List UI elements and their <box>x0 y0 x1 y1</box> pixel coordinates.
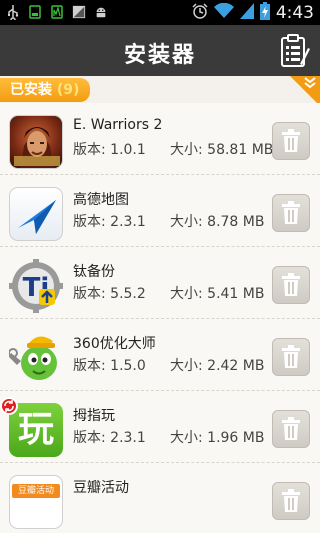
app-name: 高德地图 <box>73 192 129 208</box>
system-icons: 4:43 <box>192 2 314 24</box>
clock: 4:43 <box>275 3 314 23</box>
list-item[interactable]: 高德地图 版本: 2.3.1 大小: 8.78 MB <box>0 175 320 247</box>
list-item[interactable]: 豆瓣活动 豆瓣活动 <box>0 463 320 533</box>
icon-glyph: 玩 <box>17 409 54 450</box>
cell-signal-icon <box>239 3 254 23</box>
usb-icon <box>6 4 20 20</box>
installed-app-list[interactable]: E. Warriors 2 版本: 1.0.1 大小: 58.81 MB 高德地… <box>0 103 320 533</box>
trash-icon <box>282 417 300 440</box>
title-bar: 安装器 <box>0 25 320 76</box>
battery-app-icon <box>28 4 42 20</box>
trash-icon <box>282 129 300 152</box>
uninstall-button[interactable] <box>272 338 310 376</box>
titanium-backup-app-icon: Ti <box>9 259 63 313</box>
app-version: 版本: 2.3.1 <box>73 430 146 446</box>
muzhiwan-app-icon: 玩 <box>9 403 63 457</box>
alarm-icon <box>192 3 208 23</box>
warriors-app-icon <box>9 115 63 169</box>
uninstall-button[interactable] <box>272 122 310 160</box>
battery-charging-icon <box>259 2 270 24</box>
app-name: 360优化大师 <box>73 336 156 352</box>
app-version: 版本: 1.0.1 <box>73 142 146 158</box>
installed-label: 已安装 <box>10 82 52 98</box>
page-title: 安装器 <box>123 43 196 68</box>
app-size: 大小: 2.42 MB <box>170 358 265 374</box>
amap-app-icon <box>9 187 63 241</box>
uninstall-button[interactable] <box>272 266 310 304</box>
app-name: 拇指玩 <box>73 408 115 424</box>
app-name: E. Warriors 2 <box>73 117 163 133</box>
douban-events-app-icon: 豆瓣活动 <box>9 475 63 529</box>
signal-app-icon <box>50 4 64 20</box>
app-size: 大小: 8.78 MB <box>170 214 265 230</box>
list-item[interactable]: E. Warriors 2 版本: 1.0.1 大小: 58.81 MB <box>0 103 320 175</box>
list-item[interactable]: 玩 拇指玩 版本: 2.3.1 大小: 1.96 MB <box>0 391 320 463</box>
section-header: 已安装 (9) <box>0 76 320 106</box>
image-icon <box>72 4 86 20</box>
app-size: 大小: 5.41 MB <box>170 286 265 302</box>
sync-badge-icon <box>0 397 18 415</box>
wifi-icon <box>213 2 234 23</box>
app-version: 版本: 1.5.0 <box>73 358 146 374</box>
app-version: 版本: 2.3.1 <box>73 214 146 230</box>
clipboard-list-icon <box>281 34 310 67</box>
uninstall-button[interactable] <box>272 482 310 520</box>
app-name: 豆瓣活动 <box>73 480 129 496</box>
app-size: 大小: 58.81 MB <box>170 142 274 158</box>
app-name: 钛备份 <box>73 264 115 280</box>
360-optimizer-app-icon <box>9 331 63 385</box>
task-list-button[interactable] <box>280 34 310 68</box>
trash-icon <box>282 345 300 368</box>
app-version: 版本: 5.5.2 <box>73 286 146 302</box>
list-item[interactable]: 360优化大师 版本: 1.5.0 大小: 2.42 MB <box>0 319 320 391</box>
list-item[interactable]: Ti 钛备份 版本: 5.5.2 大小: 5.41 MB <box>0 247 320 319</box>
installed-count: (9) <box>56 82 80 98</box>
double-chevron-down-icon <box>304 77 316 90</box>
uninstall-button[interactable] <box>272 410 310 448</box>
icon-glyph: 豆瓣活动 <box>12 484 60 498</box>
trash-icon <box>282 489 300 512</box>
android-icon <box>94 4 108 20</box>
uninstall-button[interactable] <box>272 194 310 232</box>
installed-tab[interactable]: 已安装 (9) <box>0 78 90 102</box>
trash-icon <box>282 201 300 224</box>
app-size: 大小: 1.96 MB <box>170 430 265 446</box>
notification-icons <box>6 4 108 20</box>
status-bar: 4:43 <box>0 0 320 25</box>
trash-icon <box>282 273 300 296</box>
